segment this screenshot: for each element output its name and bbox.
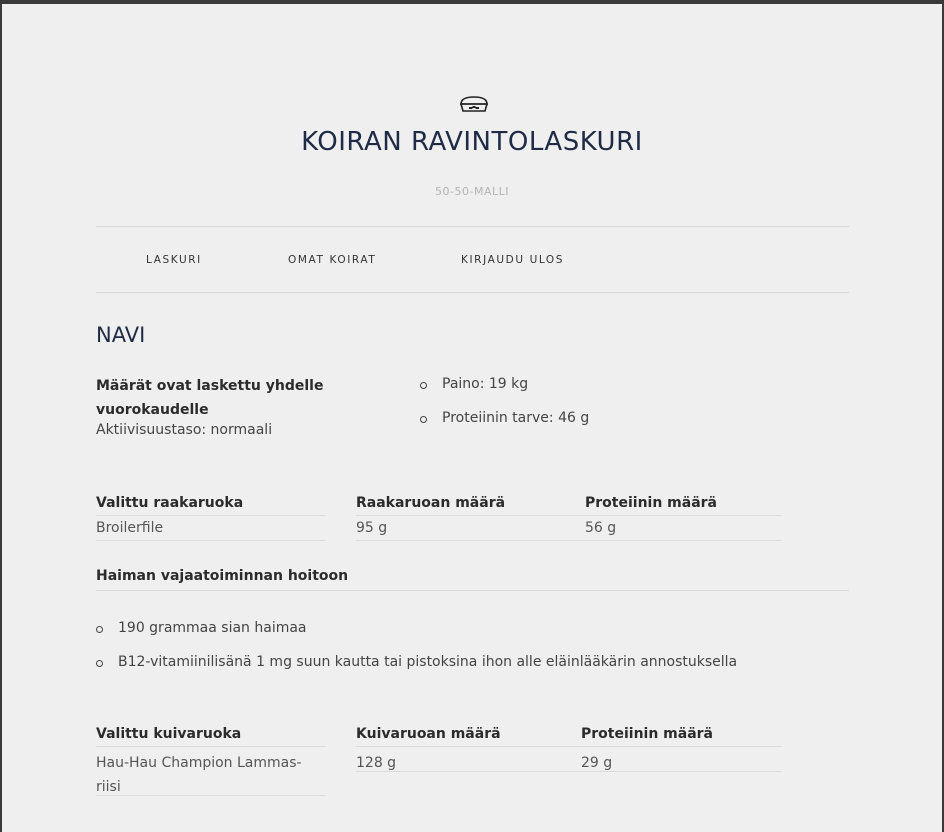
dry-header-amount: Kuivaruoan määrä: [356, 726, 501, 742]
dog-name: NAVI: [96, 323, 146, 347]
table-rule: [96, 515, 326, 516]
bullet-icon: [96, 660, 103, 667]
section-rule: [96, 590, 849, 591]
bullet-icon: [420, 382, 427, 389]
stat-text: Paino: 19 kg: [442, 376, 529, 392]
raw-header-protein: Proteiinin määrä: [585, 495, 718, 511]
dry-header-food: Valittu kuivaruoka: [96, 726, 242, 742]
dry-food-name: Hau-Hau Champion Lammas-riisi: [96, 755, 302, 795]
treatment-text: 190 grammaa sian haimaa: [118, 620, 307, 636]
raw-food-name: Broilerfile: [96, 520, 164, 536]
nav-omat-koirat[interactable]: OMAT KOIRAT: [288, 254, 376, 266]
intro-text: Määrät ovat laskettu yhdelle vuorokaudel…: [96, 378, 324, 418]
table-rule: [96, 540, 326, 541]
table-rule: [356, 771, 782, 772]
nav-kirjaudu-ulos[interactable]: KIRJAUDU ULOS: [461, 254, 564, 266]
table-rule: [96, 746, 326, 747]
nav-laskuri[interactable]: LASKURI: [146, 254, 202, 266]
raw-food-protein: 56 g: [585, 520, 617, 536]
treatment-title: Haiman vajaatoiminnan hoitoon: [96, 568, 349, 584]
table-rule: [356, 746, 782, 747]
site-title: KOIRAN RAVINTOLASKURI: [301, 127, 643, 157]
raw-header-food: Valittu raakaruoka: [96, 495, 244, 511]
bullet-icon: [96, 626, 103, 633]
stat-text: Proteiinin tarve: 46 g: [442, 410, 590, 426]
treatment-text: B12-vitamiinilisänä 1 mg suun kautta tai…: [118, 654, 738, 670]
page: KOIRAN RAVINTOLASKURI 50-50-MALLI LASKUR…: [2, 4, 942, 832]
divider: [96, 226, 849, 227]
raw-header-amount: Raakaruoan määrä: [356, 495, 506, 511]
dry-header-protein: Proteiinin määrä: [581, 726, 714, 742]
table-rule: [96, 795, 326, 796]
divider: [96, 292, 849, 293]
table-rule: [356, 515, 782, 516]
site-subtitle: 50-50-MALLI: [435, 185, 509, 198]
raw-food-amount: 95 g: [356, 520, 388, 536]
activity-level: Aktiivisuustaso: normaali: [96, 422, 273, 438]
dog-bowl-icon: [460, 96, 488, 112]
table-rule: [356, 540, 782, 541]
bullet-icon: [420, 416, 427, 423]
